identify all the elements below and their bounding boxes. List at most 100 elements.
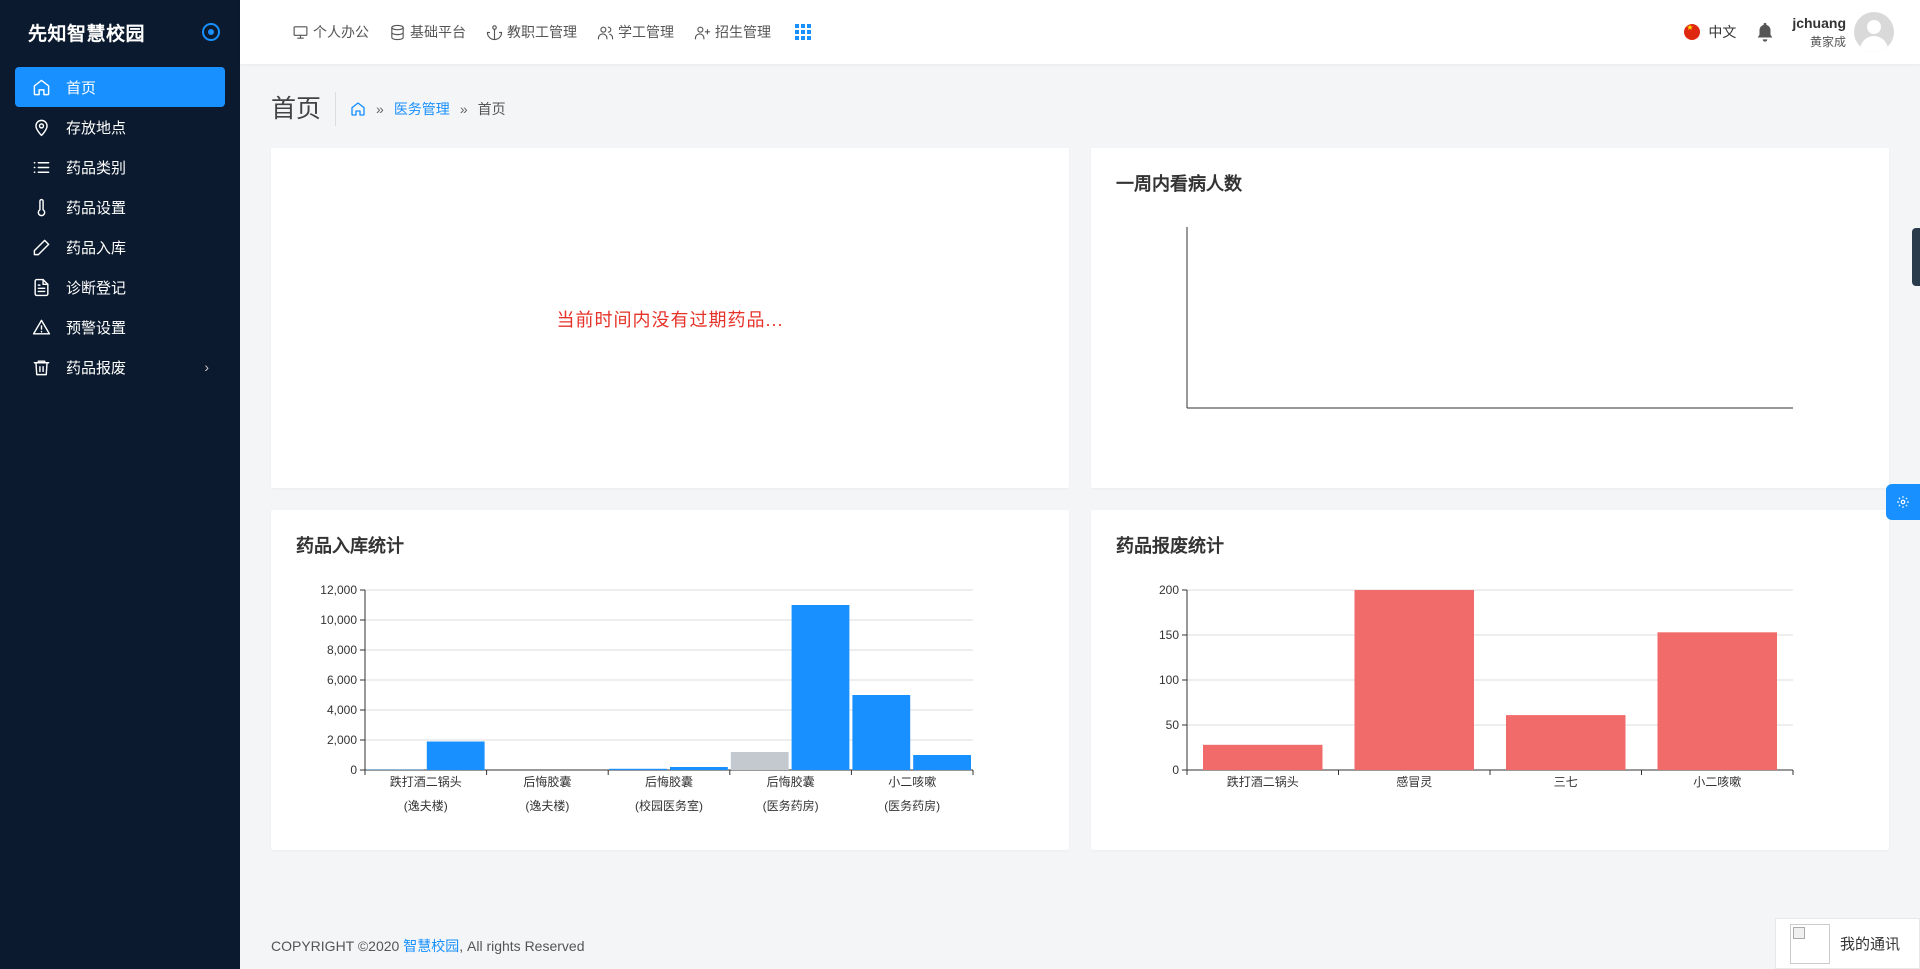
apps-grid-icon[interactable]	[795, 24, 811, 40]
weekly-patients-chart	[1186, 227, 1793, 409]
footer-link[interactable]: 智慧校园	[403, 938, 459, 954]
y-tick-label: 150	[1159, 628, 1179, 642]
topnav-label: 招生管理	[715, 24, 771, 40]
database-icon	[391, 24, 404, 40]
x-tick-label: 三七	[1554, 775, 1578, 789]
breadcrumb-current: 首页	[477, 101, 506, 117]
chevron-right-icon: ›	[204, 359, 209, 375]
x-tick-label-sub: (逸夫楼)	[404, 798, 448, 813]
sidebar-item-label: 预警设置	[66, 319, 127, 337]
x-tick-label-sub: (校园医务室)	[635, 798, 703, 813]
sidebar-menu: 首页 存放地点 药品类别 药品设置 药品入库 诊断登记 预警设置 药品报废 ›	[0, 64, 240, 390]
sidebar-item-storage-location[interactable]: 存放地点	[15, 107, 225, 147]
page-title: 首页	[271, 92, 337, 126]
topnav-item-student-affairs[interactable]: 学工管理	[597, 22, 674, 42]
user-display-name: 黄家成	[1809, 34, 1846, 49]
y-tick-label: 2,000	[327, 733, 357, 747]
breadcrumb-module-link[interactable]: 医务管理	[394, 99, 450, 119]
avatar[interactable]	[1854, 12, 1894, 52]
username: jchuang	[1792, 14, 1846, 31]
breadcrumb: 首页 » 医务管理 » 首页	[271, 92, 506, 126]
bar	[1203, 744, 1323, 770]
x-tick-label: 后悔胶囊	[523, 774, 571, 789]
bar	[1657, 632, 1777, 770]
broken-image-icon	[1790, 923, 1830, 964]
side-scroll-handle[interactable]	[1912, 228, 1920, 286]
breadcrumb-separator: »	[376, 101, 384, 117]
sidebar-item-label: 首页	[66, 79, 97, 97]
sidebar-item-drug-settings[interactable]: 药品设置	[15, 187, 225, 227]
y-tick-label: 200	[1159, 583, 1179, 597]
sidebar-item-home[interactable]: 首页	[15, 67, 225, 107]
sidebar-item-alert-settings[interactable]: 预警设置	[15, 307, 225, 347]
pencil-icon	[31, 237, 51, 257]
map-pin-icon	[31, 117, 51, 137]
document-icon	[31, 277, 51, 297]
topnav-item-personal-office[interactable]: 个人办公	[292, 22, 369, 42]
topnav-item-admissions[interactable]: 招生管理	[694, 22, 771, 42]
sidebar-item-label: 药品类别	[66, 159, 127, 177]
empty-message: 当前时间内没有过期药品...	[556, 310, 784, 330]
bar	[1506, 715, 1626, 770]
topnav-label: 教职工管理	[507, 24, 577, 40]
y-tick-label: 10,000	[320, 613, 357, 627]
bar	[791, 605, 850, 770]
monitor-icon	[293, 25, 308, 39]
breadcrumb-separator: »	[459, 101, 468, 117]
x-tick-label-sub: (医务药房)	[884, 798, 940, 813]
bar	[609, 768, 667, 770]
x-tick-label-sub: (逸夫楼)	[525, 798, 569, 813]
users-icon	[597, 26, 614, 39]
anchor-icon	[486, 24, 503, 40]
sidebar: 先知智慧校园 首页 存放地点 药品类别 药品设置 药品入库 诊断登记 预警设置 …	[0, 0, 240, 969]
messenger-widget[interactable]: 我的通讯	[1775, 918, 1920, 969]
thermometer-icon	[31, 197, 51, 217]
top-nav: 个人办公 基础平台 教职工管理 学工管理 招生管理	[292, 22, 811, 42]
sidebar-item-diagnosis[interactable]: 诊断登记	[15, 267, 225, 307]
x-tick-label: 感冒灵	[1396, 774, 1432, 789]
sidebar-item-drug-stock-in[interactable]: 药品入库	[15, 227, 225, 267]
sidebar-item-label: 药品设置	[66, 199, 127, 217]
bar	[913, 755, 971, 770]
topnav-item-staff-management[interactable]: 教职工管理	[486, 22, 577, 42]
x-tick-label: 小二咳嗽	[1693, 775, 1741, 789]
bar	[730, 752, 789, 770]
app-title: 先知智慧校园	[28, 23, 146, 45]
settings-tab[interactable]	[1886, 484, 1920, 520]
sidebar-toggle-icon[interactable]	[202, 23, 220, 41]
trash-icon	[31, 357, 51, 377]
scrap-stats-card: 药品报废统计 0 50 100 150 200 跌打酒二锅头 感冒灵 三七 小二咳嗽	[1091, 510, 1889, 850]
x-tick-label: 后悔胶囊	[645, 774, 693, 789]
home-icon[interactable]	[350, 101, 366, 117]
home-icon	[31, 77, 51, 97]
messenger-label: 我的通讯	[1840, 936, 1901, 953]
sidebar-item-label: 诊断登记	[66, 279, 127, 297]
language-switcher[interactable]: 中文	[1684, 22, 1736, 42]
sidebar-item-label: 药品入库	[66, 239, 127, 257]
list-icon	[31, 157, 51, 177]
x-tick-label-sub: (医务药房)	[763, 798, 819, 813]
x-tick-label: 跌打酒二锅头	[1227, 774, 1299, 789]
y-tick-label: 6,000	[327, 673, 357, 687]
language-label: 中文	[1708, 24, 1737, 40]
footer-copyright: COPYRIGHT ©2020	[271, 938, 404, 954]
header-right: 中文 jchuang 黄家成	[1684, 0, 1894, 64]
footer: COPYRIGHT ©2020 智慧校园, All rights Reserve…	[271, 936, 585, 956]
sidebar-item-label: 药品报废	[66, 359, 127, 377]
y-tick-label: 4,000	[327, 703, 357, 717]
weekly-patients-card: 一周内看病人数	[1091, 148, 1889, 488]
x-tick-label: 后悔胶囊	[767, 774, 815, 789]
brand-bar: 先知智慧校园	[0, 0, 240, 64]
x-tick-label: 小二咳嗽	[888, 775, 936, 789]
y-tick-label: 8,000	[327, 643, 357, 657]
sidebar-item-label: 存放地点	[66, 119, 127, 137]
topnav-label: 基础平台	[410, 24, 466, 40]
sidebar-item-drug-category[interactable]: 药品类别	[15, 147, 225, 187]
stock-in-stats-card: 药品入库统计 0 2,000 4,000 6,000 8,000 10,000 12,000…	[271, 510, 1069, 850]
sidebar-item-drug-scrap[interactable]: 药品报废 ›	[15, 347, 225, 387]
bell-icon[interactable]	[1754, 20, 1776, 44]
top-header: 个人办公 基础平台 教职工管理 学工管理 招生管理 中文 jchuang	[240, 0, 1920, 64]
topnav-item-base-platform[interactable]: 基础平台	[389, 22, 466, 42]
user-info[interactable]: jchuang 黄家成	[1792, 15, 1846, 50]
gear-icon	[1897, 496, 1909, 508]
